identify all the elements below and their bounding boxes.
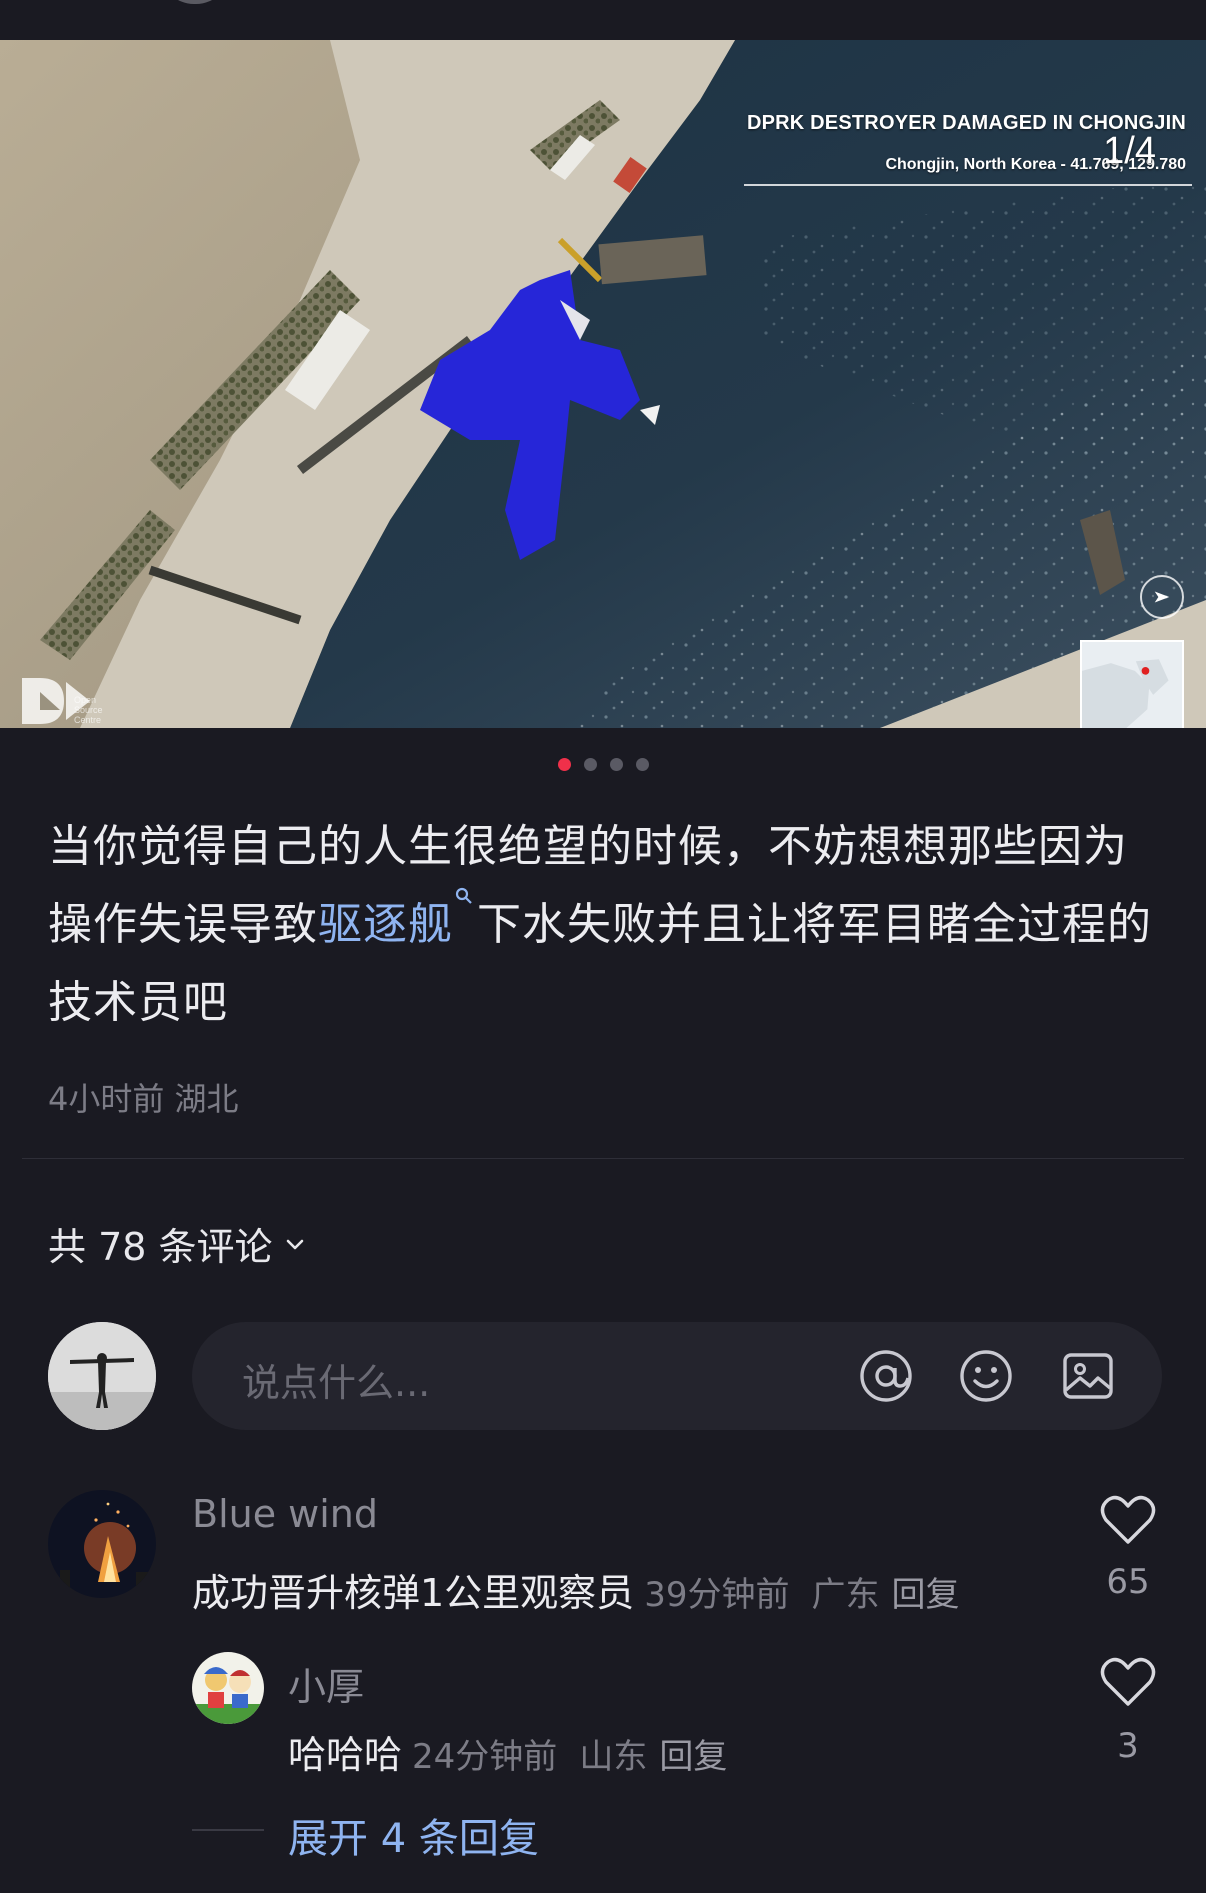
logo-text: Open Source Centre xyxy=(74,695,103,725)
satellite-image xyxy=(0,40,1206,728)
expand-replies-button[interactable]: 展开 4 条回复 xyxy=(288,1806,539,1864)
reply-button[interactable]: 回复 xyxy=(659,1737,727,1777)
comment-location: 山东 xyxy=(579,1737,648,1777)
commenter-avatar[interactable] xyxy=(192,1652,264,1724)
commenter-avatar[interactable] xyxy=(48,1490,156,1598)
chevron-down-icon xyxy=(286,1239,303,1249)
commenter-name[interactable]: 小厚 xyxy=(288,1656,364,1711)
comment-time: 39分钟前 xyxy=(644,1575,790,1615)
like-count: 3 xyxy=(1117,1726,1139,1766)
emoji-icon[interactable] xyxy=(958,1348,1014,1404)
my-avatar[interactable] xyxy=(48,1322,156,1430)
comment-input-placeholder: 说点什么... xyxy=(242,1361,431,1405)
image-icon[interactable] xyxy=(1060,1348,1116,1404)
post-detail-page: DPRK DESTROYER DAMAGED IN CHONGJIN Chong… xyxy=(0,0,1206,1893)
post-meta: 4小时前 湖北 xyxy=(48,1074,239,1120)
image-carousel[interactable]: DPRK DESTROYER DAMAGED IN CHONGJIN Chong… xyxy=(0,40,1206,728)
topic-tag-link[interactable]: 驱逐舰 xyxy=(318,899,453,950)
compass-icon xyxy=(1140,575,1184,619)
post-location: 湖北 xyxy=(174,1080,239,1118)
comment-location: 广东 xyxy=(811,1575,880,1615)
author-avatar-peek[interactable] xyxy=(160,0,230,4)
comment-text: 成功晋升核弹1公里观察员 xyxy=(192,1571,635,1615)
image-title-rule xyxy=(744,184,1192,186)
open-source-centre-logo-icon xyxy=(22,678,90,724)
post-text: 当你觉得自己的人生很绝望的时候，不妨想想那些因为操作失误导致驱逐舰 下水失败并且让… xyxy=(48,808,1158,1042)
carousel-pager xyxy=(0,758,1206,771)
divider xyxy=(22,1158,1184,1159)
pager-dot[interactable] xyxy=(609,758,623,771)
pager-dot[interactable] xyxy=(635,758,649,771)
search-icon xyxy=(455,887,472,904)
commenter-name[interactable]: Blue wind xyxy=(192,1492,378,1536)
heart-icon[interactable] xyxy=(1100,1494,1156,1546)
comment-text: 哈哈哈 xyxy=(288,1733,403,1777)
comment-time: 24分钟前 xyxy=(412,1737,558,1777)
comments-count: 共 78 条评论 xyxy=(48,1225,273,1269)
post-time: 4小时前 xyxy=(48,1080,165,1118)
heart-icon[interactable] xyxy=(1100,1656,1156,1708)
like-count: 65 xyxy=(1106,1562,1150,1602)
pager-dot-active[interactable] xyxy=(557,758,571,771)
expand-divider xyxy=(192,1829,264,1831)
at-icon[interactable] xyxy=(858,1348,914,1404)
image-counter: 1/4 xyxy=(1103,130,1156,172)
reply-button[interactable]: 回复 xyxy=(892,1575,960,1615)
pager-dot[interactable] xyxy=(583,758,597,771)
comments-header[interactable]: 共 78 条评论 xyxy=(48,1216,307,1271)
comment-body: 成功晋升核弹1公里观察员 39分钟前 广东 回复 xyxy=(192,1562,960,1617)
comment-input-bar[interactable]: 说点什么... xyxy=(192,1322,1162,1430)
location-minimap xyxy=(1080,640,1184,728)
comment-body: 哈哈哈 24分钟前 山东 回复 xyxy=(288,1724,727,1779)
